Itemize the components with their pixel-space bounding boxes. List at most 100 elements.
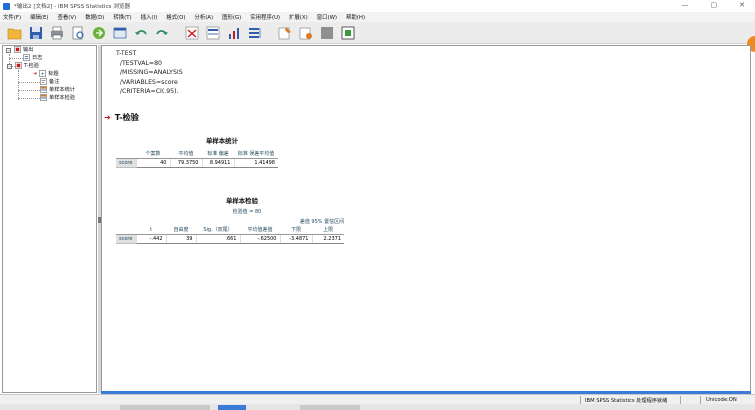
ci-header: 差值 95% 置信区间 bbox=[299, 219, 345, 225]
menu-window[interactable]: 窗口(W) bbox=[317, 13, 337, 21]
heading-icon: + bbox=[39, 70, 47, 78]
tree-item-stats[interactable]: 单样本统计 bbox=[40, 86, 75, 93]
tree-item-test[interactable]: 单样本检验 bbox=[40, 94, 75, 101]
test-table-title: 单样本检验 bbox=[226, 197, 258, 205]
menu-format[interactable]: 格式(O) bbox=[166, 13, 185, 21]
table-header-cell: 自由度 bbox=[166, 225, 196, 235]
print-preview-icon[interactable] bbox=[69, 24, 87, 42]
stats-table[interactable]: 个案数 平均值 标准 偏差 标准 误差平均值 score 40 79.3750 … bbox=[116, 149, 278, 168]
output-book-icon bbox=[14, 46, 21, 53]
taskbar-item[interactable] bbox=[300, 405, 360, 410]
syntax-line: /TESTVAL=80 bbox=[116, 59, 162, 67]
syntax-line: /CRITERIA=CI(.95). bbox=[116, 88, 179, 95]
undo-icon[interactable] bbox=[132, 24, 150, 42]
spss-app-icon bbox=[3, 2, 10, 10]
output-content-pane: T-TEST /TESTVAL=80 /MISSING=ANALYSIS /VA… bbox=[101, 45, 751, 393]
menu-utilities[interactable]: 实用程序(U) bbox=[250, 13, 280, 21]
tree-item-output[interactable]: 输出 bbox=[14, 46, 33, 53]
export-icon[interactable] bbox=[90, 24, 108, 42]
menu-extensions[interactable]: 扩展(X) bbox=[289, 13, 308, 21]
test-table[interactable]: t 自由度 Sig.（双尾） 平均值差值 下限 上限 score -.442 3… bbox=[116, 225, 344, 244]
maximize-button[interactable]: ▢ bbox=[711, 1, 718, 9]
table-cell: 8.94911 bbox=[201, 158, 234, 168]
tree-label-heading: 标题 bbox=[48, 71, 59, 77]
show-all-icon[interactable] bbox=[297, 24, 315, 42]
menu-file[interactable]: 文件(F) bbox=[3, 13, 21, 21]
table-row-label: score bbox=[116, 234, 136, 244]
table-header-cell: 下限 bbox=[280, 225, 312, 235]
menu-data[interactable]: 数据(D) bbox=[85, 13, 104, 21]
tree-label-stats: 单样本统计 bbox=[49, 87, 75, 93]
tree-label-ttest: T-检验 bbox=[24, 63, 39, 69]
menu-view[interactable]: 查看(V) bbox=[58, 13, 77, 21]
pivot-icon[interactable] bbox=[339, 24, 357, 42]
table-header-cell: Sig.（双尾） bbox=[196, 225, 240, 235]
table-cell: 1.41498 bbox=[233, 158, 278, 168]
tree-label-log: 日志 bbox=[32, 55, 43, 61]
save-icon[interactable] bbox=[27, 24, 45, 42]
menu-insert[interactable]: 插入(I) bbox=[141, 13, 158, 21]
title-bar: *输出2 [文档2] - IBM SPSS Statistics 浏览器 — ▢… bbox=[0, 0, 755, 12]
tree-item-ttest[interactable]: T-检验 bbox=[15, 62, 39, 69]
menu-bar: 文件(F) 编辑(E) 查看(V) 数据(D) 转换(T) 插入(I) 格式(O… bbox=[0, 12, 755, 22]
insert-output-icon[interactable] bbox=[318, 24, 336, 42]
ttest-book-icon bbox=[15, 62, 22, 69]
expand-root-toggle[interactable]: − bbox=[6, 48, 11, 53]
menu-transform[interactable]: 转换(T) bbox=[113, 13, 131, 21]
recall-dialog-icon[interactable] bbox=[111, 24, 129, 42]
log-icon bbox=[23, 54, 30, 61]
table-cell: -3.4871 bbox=[279, 234, 312, 244]
tree-label-test: 单样本检验 bbox=[49, 95, 75, 101]
section-heading[interactable]: ➜ T-检验 bbox=[104, 111, 139, 123]
notes-icon bbox=[40, 78, 47, 85]
window-controls: — ▢ ✕ bbox=[682, 1, 746, 9]
red-arrow-icon: ➜ bbox=[104, 112, 111, 122]
pivot-table-icon bbox=[40, 94, 47, 101]
redo-icon[interactable] bbox=[153, 24, 171, 42]
menu-analyze[interactable]: 分析(A) bbox=[194, 13, 213, 21]
menu-edit[interactable]: 编辑(E) bbox=[30, 13, 48, 21]
tree-item-heading[interactable]: ➜ + 标题 bbox=[33, 70, 59, 78]
table-header-cell: 平均值差值 bbox=[240, 225, 280, 235]
close-button[interactable]: ✕ bbox=[739, 1, 745, 9]
table-header-cell: 上限 bbox=[312, 225, 344, 235]
table-header-cell: 标准 误差平均值 bbox=[234, 149, 278, 159]
designate-window-icon[interactable] bbox=[276, 24, 294, 42]
tree-item-notes[interactable]: 备注 bbox=[40, 78, 59, 85]
print-icon[interactable] bbox=[48, 24, 66, 42]
window-title: *输出2 [文档2] - IBM SPSS Statistics 浏览器 bbox=[14, 4, 131, 10]
variables-icon[interactable] bbox=[246, 24, 264, 42]
pivot-table-icon bbox=[40, 86, 47, 93]
section-heading-label: T-检验 bbox=[114, 112, 139, 122]
menu-graphs[interactable]: 图形(G) bbox=[222, 13, 241, 21]
taskbar-item-active[interactable] bbox=[218, 405, 246, 410]
svg-text:+: + bbox=[41, 72, 45, 77]
tree-label-notes: 备注 bbox=[49, 79, 60, 85]
table-cell: .661 bbox=[195, 234, 240, 244]
unicode-status: Unicode:ON bbox=[706, 396, 737, 403]
goto-variable-icon[interactable] bbox=[225, 24, 243, 42]
menu-help[interactable]: 帮助(H) bbox=[346, 13, 365, 21]
table-header-cell: 平均值 bbox=[170, 149, 202, 159]
toolbar bbox=[0, 22, 755, 44]
syntax-line: /VARIABLES=score bbox=[116, 78, 178, 86]
syntax-line: /MISSING=ANALYSIS bbox=[116, 69, 183, 76]
minimize-button[interactable]: — bbox=[682, 1, 689, 9]
tree-label-output: 输出 bbox=[23, 47, 34, 53]
table-cell: 2.2371 bbox=[311, 234, 344, 244]
table-header-row: t 自由度 Sig.（双尾） 平均值差值 下限 上限 bbox=[116, 225, 344, 235]
tree-item-log[interactable]: 日志 bbox=[23, 54, 42, 61]
goto-data-icon[interactable] bbox=[183, 24, 201, 42]
os-taskbar bbox=[0, 404, 755, 410]
table-header-row: 个案数 平均值 标准 偏差 标准 误差平均值 bbox=[116, 149, 278, 159]
goto-case-icon[interactable] bbox=[204, 24, 222, 42]
open-folder-icon[interactable] bbox=[6, 24, 24, 42]
table-cell: -.442 bbox=[135, 234, 166, 244]
outline-pane: − 输出 日志 − T-检验 ➜ + 标题 备注 单样本统计 单样本检验 bbox=[2, 45, 97, 393]
table-cell: 40 bbox=[135, 158, 170, 168]
processor-status: IBM SPSS Statistics 处理程序就绪 bbox=[585, 397, 668, 404]
table-header-cell: 个案数 bbox=[136, 149, 170, 159]
table-header-cell: 标准 偏差 bbox=[202, 149, 234, 159]
table-header-cell: t bbox=[136, 225, 166, 235]
taskbar-item[interactable] bbox=[120, 405, 210, 410]
